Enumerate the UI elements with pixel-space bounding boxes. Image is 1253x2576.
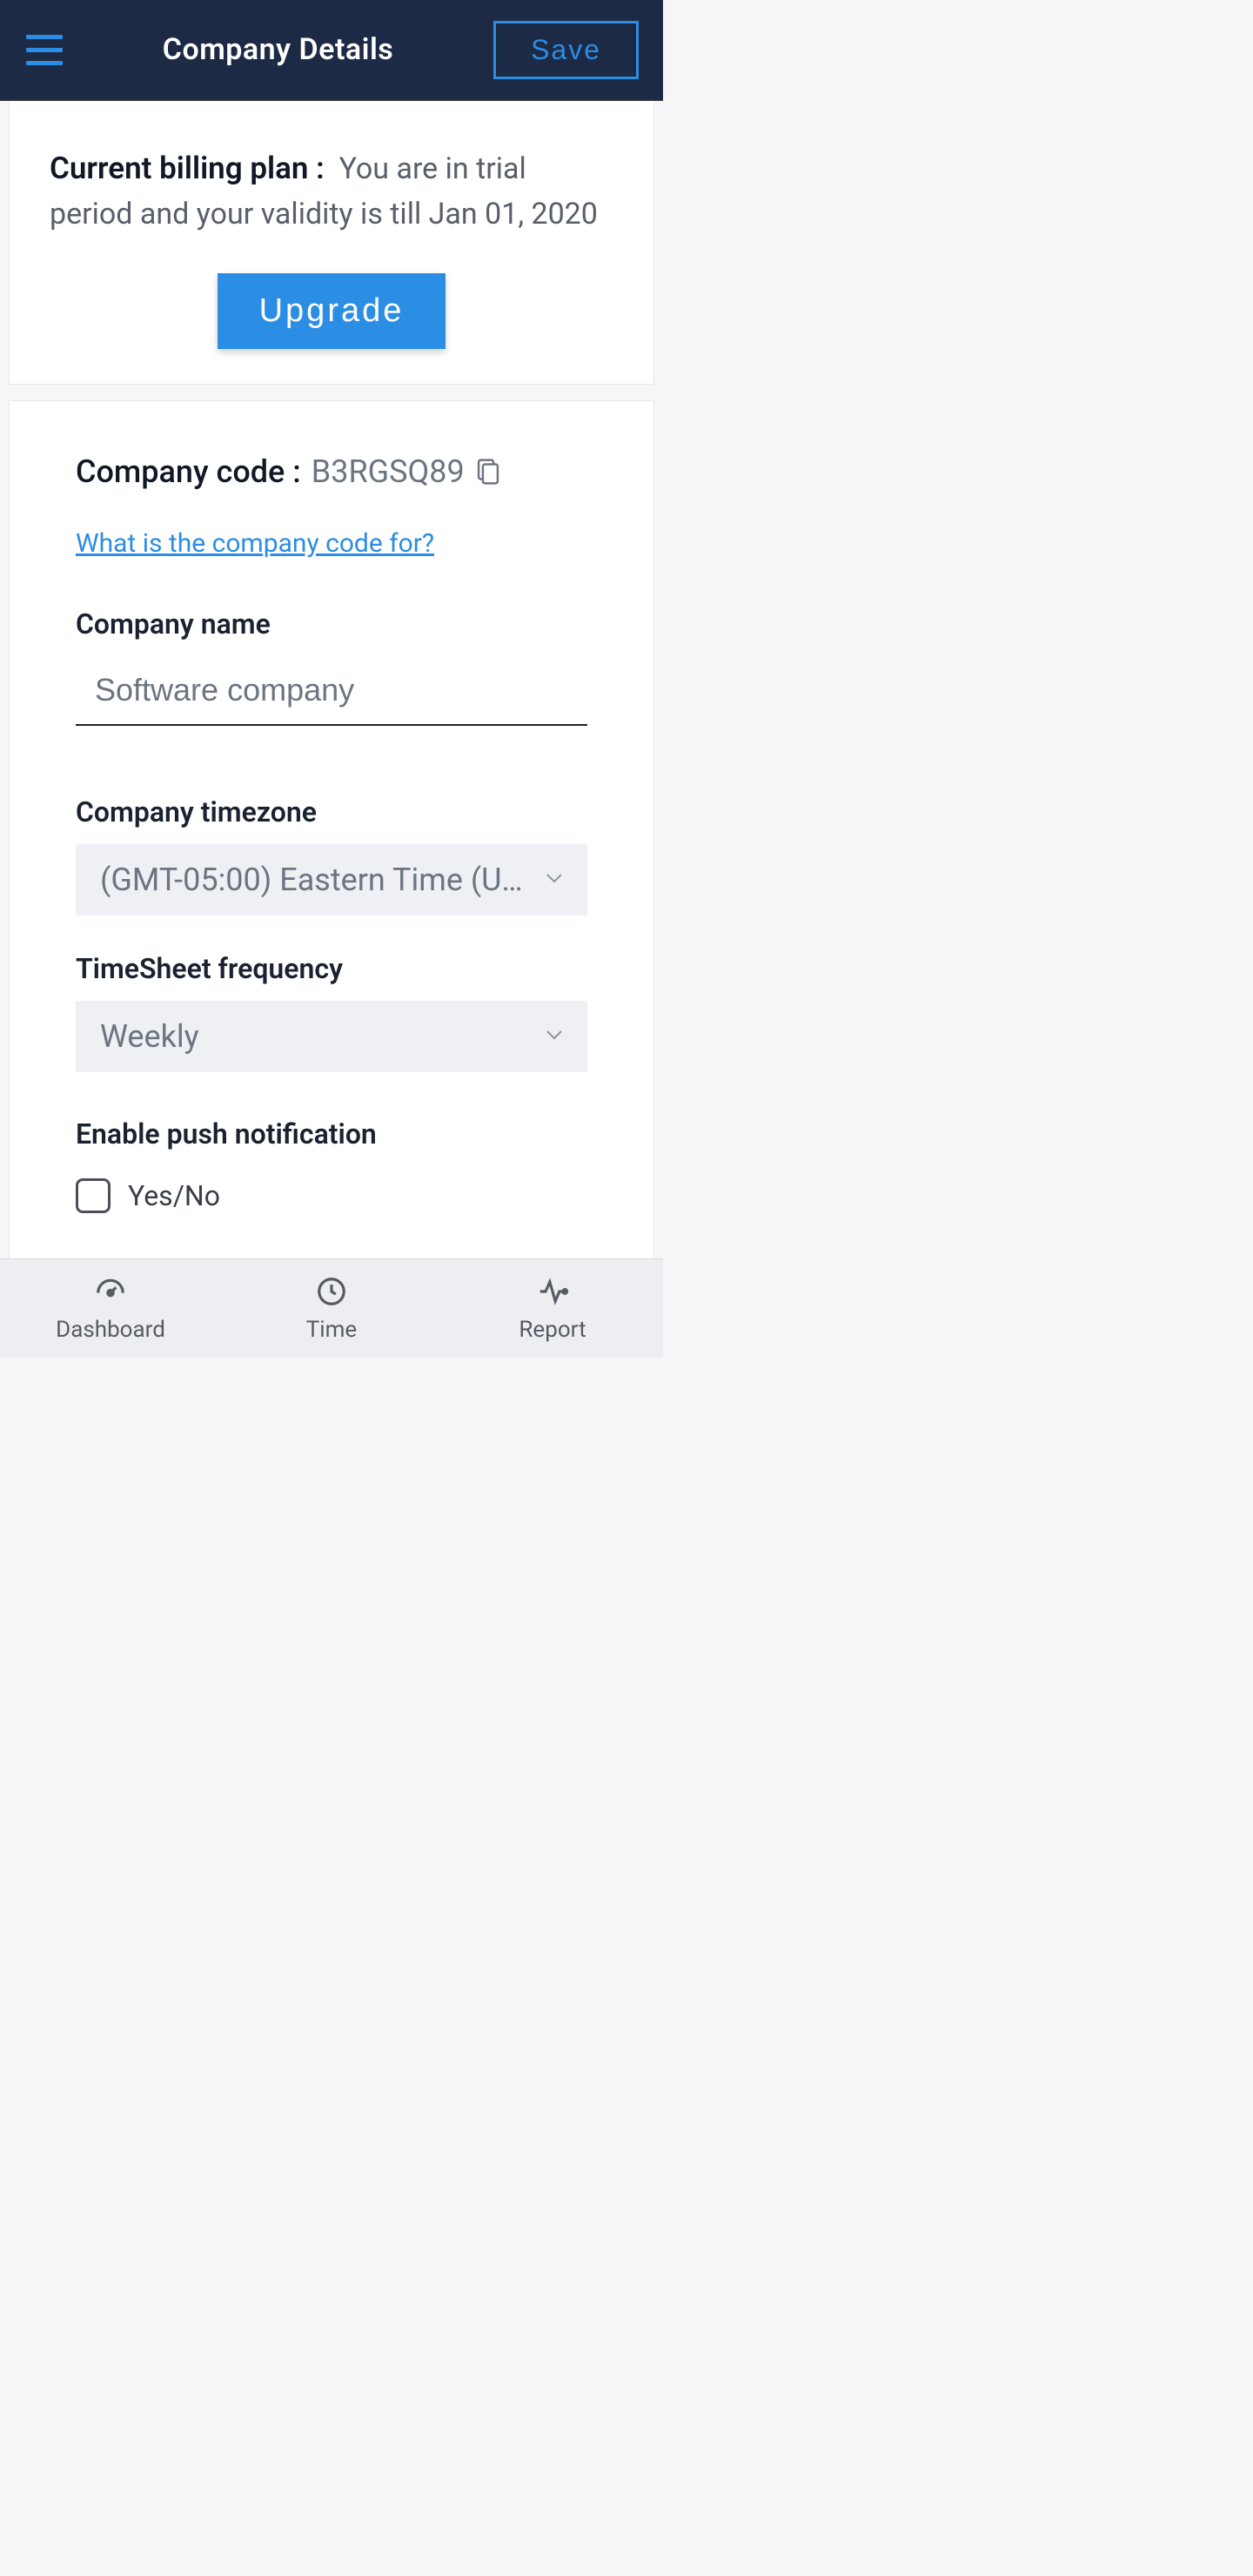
billing-plan-label: Current billing plan : <box>50 151 325 186</box>
company-code-help-link[interactable]: What is the company code for? <box>76 528 434 559</box>
company-timezone-value: (GMT-05:00) Eastern Time (U… <box>100 862 535 898</box>
chevron-down-icon <box>546 870 563 889</box>
nav-dashboard-label: Dashboard <box>56 1317 165 1343</box>
copy-icon[interactable] <box>475 457 501 486</box>
company-code-row: Company code : B3RGSQ89 <box>76 453 587 490</box>
push-notification-option: Yes/No <box>128 1179 220 1212</box>
gauge-icon <box>94 1275 127 1311</box>
push-notification-checkbox[interactable] <box>76 1178 111 1213</box>
clock-icon <box>315 1275 348 1311</box>
content-scroll[interactable]: Current billing plan : You are in trial … <box>0 101 663 1258</box>
company-timezone-field: Company timezone (GMT-05:00) Eastern Tim… <box>76 795 587 916</box>
chevron-down-icon <box>546 1027 563 1045</box>
company-code-label: Company code : <box>76 453 301 490</box>
push-notification-field: Enable push notification Yes/No <box>76 1117 587 1213</box>
company-timezone-label: Company timezone <box>76 795 587 828</box>
push-notification-label: Enable push notification <box>76 1117 587 1150</box>
menu-icon[interactable] <box>26 35 63 65</box>
bottom-nav: Dashboard Time Report <box>0 1258 663 1358</box>
company-timezone-select[interactable]: (GMT-05:00) Eastern Time (U… <box>76 844 587 916</box>
company-name-label: Company name <box>76 607 587 641</box>
page-title: Company Details <box>163 32 394 67</box>
nav-report-label: Report <box>519 1317 586 1343</box>
company-name-field: Company name <box>76 607 587 726</box>
timesheet-frequency-value: Weekly <box>100 1018 535 1055</box>
nav-report[interactable]: Report <box>442 1259 663 1358</box>
billing-plan-text: Current billing plan : You are in trial … <box>50 146 613 237</box>
nav-time-label: Time <box>306 1317 357 1343</box>
timesheet-frequency-select[interactable]: Weekly <box>76 1001 587 1072</box>
save-button[interactable]: Save <box>493 21 639 79</box>
nav-dashboard[interactable]: Dashboard <box>0 1259 221 1358</box>
billing-card: Current billing plan : You are in trial … <box>9 101 654 385</box>
timesheet-frequency-field: TimeSheet frequency Weekly <box>76 952 587 1072</box>
timesheet-frequency-label: TimeSheet frequency <box>76 952 587 985</box>
company-code-value: B3RGSQ89 <box>312 453 465 490</box>
upgrade-button[interactable]: Upgrade <box>218 273 446 349</box>
app-header: Company Details Save <box>0 0 663 101</box>
company-card: Company code : B3RGSQ89 What is the comp… <box>9 400 654 1259</box>
company-name-input[interactable] <box>76 651 587 726</box>
nav-time[interactable]: Time <box>221 1259 442 1358</box>
activity-icon <box>536 1275 569 1311</box>
